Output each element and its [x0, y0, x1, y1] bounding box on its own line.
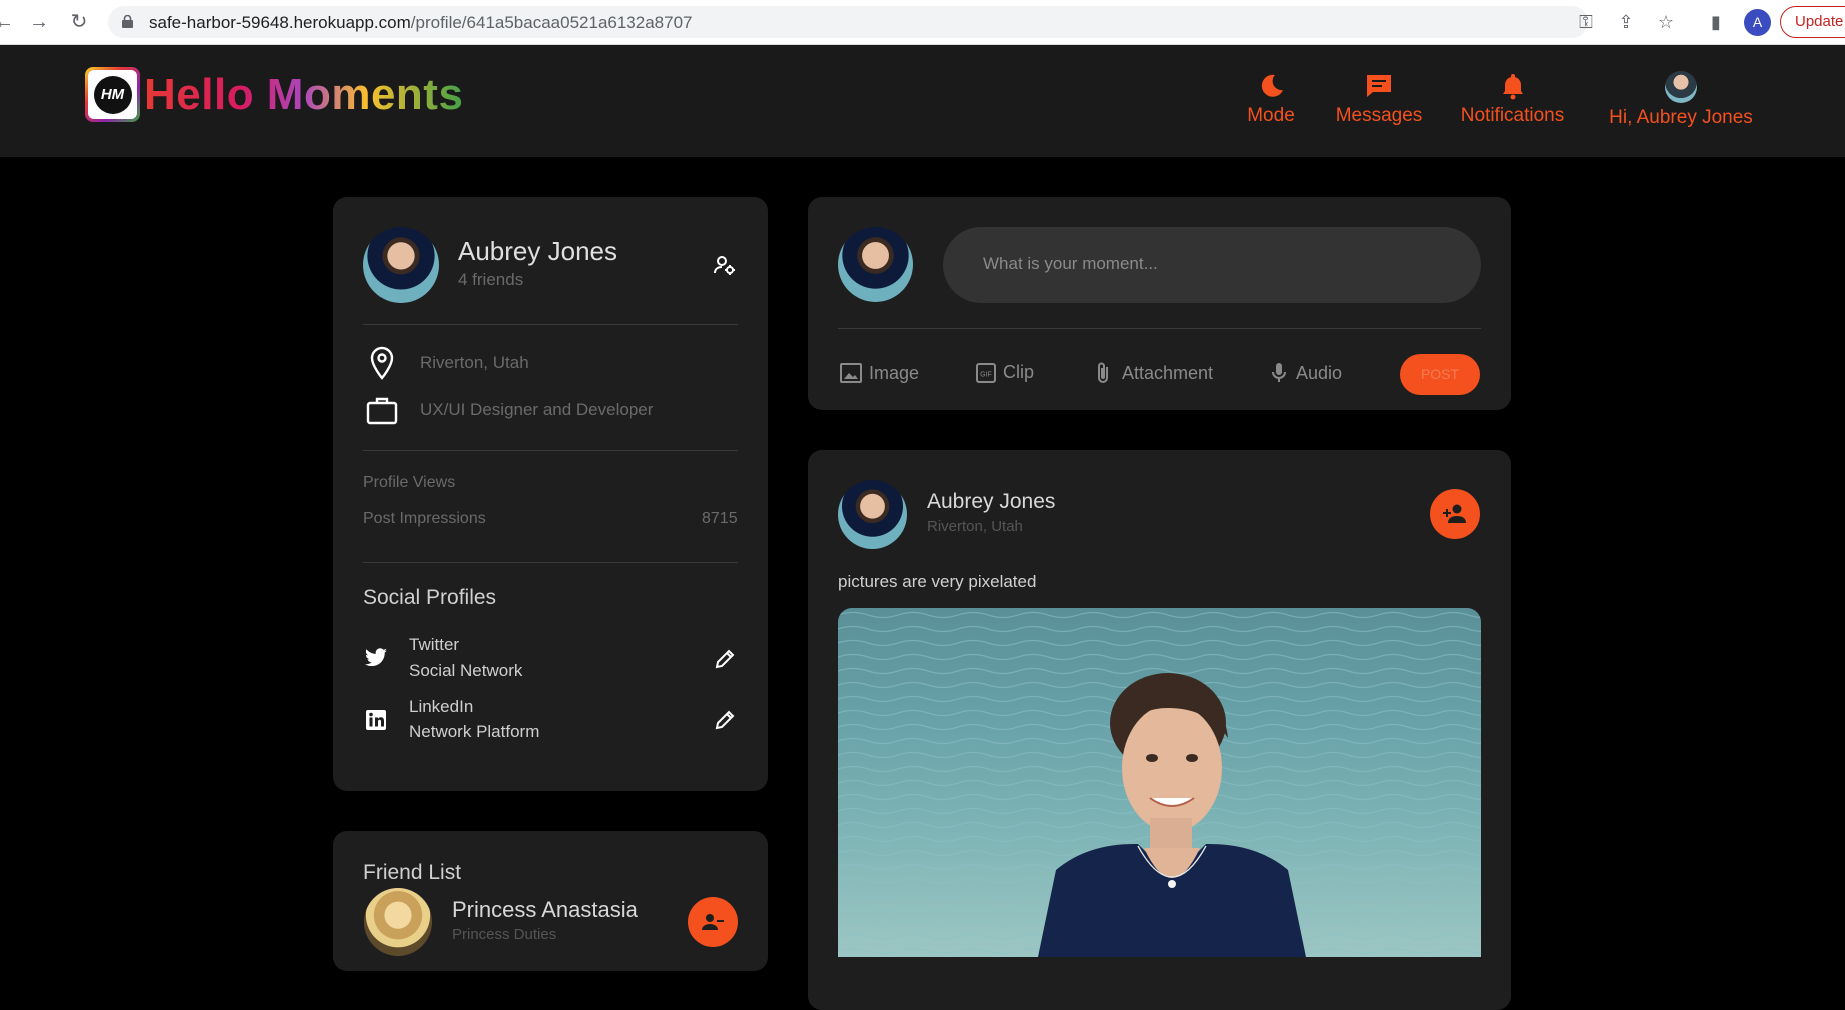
- share-icon[interactable]: ⇪: [1615, 11, 1637, 33]
- nav-messages-label: Messages: [1335, 105, 1423, 126]
- url-path: /profile/641a5bacaa0521a6132a8707: [410, 13, 693, 32]
- divider: [363, 324, 738, 325]
- post-button[interactable]: POST: [1400, 354, 1480, 395]
- composer-image-label: Image: [869, 362, 920, 383]
- add-friend-button[interactable]: [1430, 489, 1480, 539]
- key-icon[interactable]: ⚿: [1575, 11, 1597, 33]
- manage-accounts-icon[interactable]: [713, 253, 737, 277]
- post-author-location: Riverton, Utah: [927, 518, 1023, 535]
- forward-icon[interactable]: →: [27, 10, 51, 34]
- mic-icon: [1272, 363, 1286, 382]
- logo-text: Hello Moments: [144, 69, 464, 119]
- social-linkedin-name: LinkedIn: [409, 697, 474, 716]
- edit-icon[interactable]: [714, 648, 736, 670]
- briefcase-icon: [366, 397, 398, 425]
- social-linkedin-desc: Network Platform: [409, 722, 540, 741]
- logo[interactable]: HM Hello Moments: [85, 67, 463, 122]
- profile-views-label: Profile Views: [363, 474, 456, 491]
- url-host: safe-harbor-59648.herokuapp.com: [149, 13, 411, 32]
- nav-notifications[interactable]: Notifications: [1460, 71, 1565, 127]
- divider: [363, 562, 738, 563]
- person-add-icon: [1443, 504, 1466, 523]
- lock-icon: [122, 15, 133, 28]
- post-author-avatar[interactable]: [838, 480, 907, 549]
- nav-mode-label: Mode: [1247, 105, 1295, 126]
- image-icon: [840, 363, 862, 383]
- nav-user-label: Hi, Aubrey Jones: [1609, 107, 1753, 128]
- url-text: safe-harbor-59648.herokuapp.com/profile/…: [149, 13, 693, 33]
- star-icon[interactable]: ☆: [1655, 11, 1677, 33]
- divider: [838, 328, 1481, 329]
- reload-icon[interactable]: ↻: [67, 10, 91, 34]
- composer-attachment-label: Attachment: [1122, 362, 1214, 383]
- moon-icon: [1261, 74, 1283, 97]
- sidepanel-icon[interactable]: ▮: [1705, 11, 1727, 33]
- moment-input[interactable]: What is your moment...: [943, 227, 1481, 303]
- profile-avatar[interactable]: [363, 227, 439, 303]
- edit-icon[interactable]: [714, 709, 736, 731]
- social-twitter-desc: Social Network: [409, 661, 523, 680]
- composer-attachment-option[interactable]: Attachment: [1094, 361, 1213, 385]
- friend-avatar[interactable]: [364, 888, 432, 956]
- composer-image-option[interactable]: Image: [840, 362, 919, 384]
- linkedin-icon: [366, 710, 386, 730]
- post-photo[interactable]: [838, 608, 1481, 957]
- profile-friends-count: 4 friends: [458, 270, 524, 289]
- person-remove-icon: [702, 914, 724, 930]
- message-icon: [1367, 75, 1391, 97]
- post-impressions-value: 8715: [702, 510, 738, 527]
- composer-audio-option[interactable]: Audio: [1271, 361, 1342, 385]
- remove-friend-button[interactable]: [688, 897, 738, 947]
- nav-user[interactable]: Hi, Aubrey Jones: [1607, 71, 1755, 129]
- nav-notifications-label: Notifications: [1460, 105, 1565, 126]
- browser-toolbar: ← → ↻ safe-harbor-59648.herokuapp.com/pr…: [0, 0, 1845, 45]
- composer-clip-label: Clip: [1003, 362, 1035, 382]
- composer-audio-label: Audio: [1296, 362, 1343, 383]
- friend-name[interactable]: Princess Anastasia: [452, 897, 638, 923]
- location-pin-icon: [370, 346, 394, 380]
- divider: [363, 450, 738, 451]
- profile-location: Riverton, Utah: [420, 353, 529, 372]
- friend-list-title: Friend List: [363, 861, 462, 884]
- post-photo-image: [838, 608, 1481, 957]
- update-button[interactable]: Update: [1780, 6, 1845, 38]
- app-header: HM Hello Moments Mode Messages Notificat…: [0, 45, 1845, 157]
- profile-occupation: UX/UI Designer and Developer: [420, 400, 654, 419]
- back-icon[interactable]: ←: [0, 10, 16, 34]
- paperclip-icon: [1098, 362, 1108, 383]
- friend-subtitle: Princess Duties: [452, 926, 557, 943]
- composer-avatar: [838, 227, 913, 302]
- social-profiles-title: Social Profiles: [363, 586, 497, 609]
- social-twitter-name: Twitter: [409, 635, 460, 654]
- twitter-icon: [365, 648, 387, 667]
- composer-clip-option[interactable]: GIF Clip: [976, 362, 1034, 383]
- address-bar[interactable]: safe-harbor-59648.herokuapp.com/profile/…: [108, 6, 1588, 38]
- nav-messages[interactable]: Messages: [1334, 71, 1424, 127]
- user-avatar: [1665, 71, 1697, 103]
- browser-profile-avatar[interactable]: A: [1744, 9, 1771, 36]
- bell-icon: [1502, 74, 1523, 100]
- post-text: pictures are very pixelated: [838, 572, 1037, 591]
- post-impressions-label: Post Impressions: [363, 510, 486, 527]
- moment-input-placeholder: What is your moment...: [983, 254, 1158, 273]
- gif-icon: GIF: [976, 362, 996, 383]
- profile-name[interactable]: Aubrey Jones: [458, 236, 617, 267]
- logo-mark: HM: [85, 67, 140, 122]
- svg-text:GIF: GIF: [980, 371, 992, 378]
- logo-initials: HM: [93, 75, 132, 114]
- nav-mode[interactable]: Mode: [1242, 71, 1300, 127]
- post-author-name[interactable]: Aubrey Jones: [927, 490, 1055, 514]
